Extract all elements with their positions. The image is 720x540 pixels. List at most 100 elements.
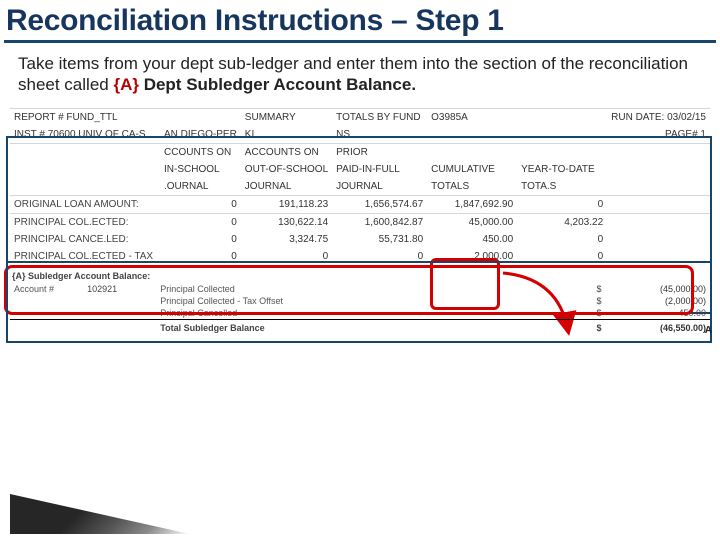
cell: 0	[160, 231, 241, 248]
cell: 0	[160, 195, 241, 213]
report-row-header1: REPORT # FUND_TTL SUMMARY TOTALS BY FUND…	[10, 108, 710, 126]
cell	[607, 231, 710, 248]
cell: .OURNAL	[160, 178, 241, 196]
cell	[607, 248, 710, 265]
cell: PRINCIPAL CANCE.LED:	[10, 231, 160, 248]
cell: 0	[241, 248, 332, 265]
cell	[10, 178, 160, 196]
cell	[517, 126, 607, 144]
cell: NS	[332, 126, 427, 144]
cell: O3985A	[427, 108, 517, 126]
cell	[607, 178, 710, 196]
cell: PRINCIPAL COL.ECTED:	[10, 213, 160, 231]
cell	[160, 108, 241, 126]
cell	[427, 143, 517, 161]
cell: 0	[160, 213, 241, 231]
cell: PRINCIPAL COL.ECTED - TAX	[10, 248, 160, 265]
sub-row-tax: Principal Collected - Tax Offset $ (2,00…	[10, 295, 710, 307]
cell: (2,000.00)	[605, 295, 710, 307]
cell: TOTA.S	[517, 178, 607, 196]
report-row-colhead1: CCOUNTS ON ACCOUNTS ON PRIOR	[10, 143, 710, 161]
cell: 3,324.75	[241, 231, 332, 248]
cell	[607, 161, 710, 178]
report-row-prin-collected-tax: PRINCIPAL COL.ECTED - TAX 0 0 0 2,000.00…	[10, 248, 710, 265]
cell: PAGE# 1	[607, 126, 710, 144]
cell: CCOUNTS ON	[160, 143, 241, 161]
cell: 1,656,574.67	[332, 195, 427, 213]
cell	[517, 143, 607, 161]
cell: KI	[241, 126, 332, 144]
sub-row-total: Total Subledger Balance $ (46,550.00)	[10, 319, 710, 334]
cell: Principal Collected	[156, 283, 365, 295]
sub-row-cancelled: Principal Cancelled $ 450.00	[10, 307, 710, 320]
report-row-prin-collected: PRINCIPAL COL.ECTED: 0 130,622.14 1,600,…	[10, 213, 710, 231]
sub-row-acct: Account # 102921 Principal Collected $ (…	[10, 283, 710, 295]
subledger-wrap: {A} Subledger Account Balance: Account #…	[10, 269, 710, 334]
report-row-header2: INST # 70600 UNIV OF CA-S AN DIEGO-PER K…	[10, 126, 710, 144]
cell: IN-SCHOOL	[160, 161, 241, 178]
cell: 0	[160, 248, 241, 265]
cell: 0	[332, 248, 427, 265]
cell: 0	[517, 195, 607, 213]
report-row-colhead2: IN-SCHOOL OUT-OF-SCHOOL PAID-IN-FULL CUM…	[10, 161, 710, 178]
cell: INST # 70600 UNIV OF CA-S	[10, 126, 160, 144]
cell: 2,000.00	[427, 248, 517, 265]
cell: PRIOR	[332, 143, 427, 161]
cell: 102921	[83, 283, 156, 295]
cell: 1,847,692.90	[427, 195, 517, 213]
cell: JOURNAL	[241, 178, 332, 196]
cell: 191,118.23	[241, 195, 332, 213]
cell: Principal Collected - Tax Offset	[156, 295, 365, 307]
cell: ORIGINAL LOAN AMOUNT:	[10, 195, 160, 213]
cell: YEAR-TO-DATE	[517, 161, 607, 178]
cell: CUMULATIVE	[427, 161, 517, 178]
cell: $	[574, 307, 605, 320]
subledger-tag-a: A	[705, 325, 712, 336]
report-row-orig-loan: ORIGINAL LOAN AMOUNT: 0 191,118.23 1,656…	[10, 195, 710, 213]
cell: 4,203.22	[517, 213, 607, 231]
cell: OUT-OF-SCHOOL	[241, 161, 332, 178]
cell	[517, 108, 607, 126]
cell	[607, 213, 710, 231]
instruction-text: Take items from your dept sub-ledger and…	[0, 53, 720, 102]
cell: 130,622.14	[241, 213, 332, 231]
report-row-prin-cancelled: PRINCIPAL CANCE.LED: 0 3,324.75 55,731.8…	[10, 231, 710, 248]
cell: (45,000.00)	[605, 283, 710, 295]
report-table-wrap: REPORT # FUND_TTL SUMMARY TOTALS BY FUND…	[10, 108, 710, 265]
cell: 450.00	[605, 307, 710, 320]
cell: PAID-IN-FULL	[332, 161, 427, 178]
report-row-colhead3: .OURNAL JOURNAL JOURNAL TOTALS TOTA.S	[10, 178, 710, 196]
decorative-wedge	[10, 494, 190, 534]
cell	[607, 195, 710, 213]
cell: 0	[517, 231, 607, 248]
cell: 1,600,842.87	[332, 213, 427, 231]
cell: JOURNAL	[332, 178, 427, 196]
cell: 450.00	[427, 231, 517, 248]
instruction-ref-a: {A}	[113, 75, 139, 94]
cell	[607, 143, 710, 161]
cell: 55,731.80	[332, 231, 427, 248]
report-table: REPORT # FUND_TTL SUMMARY TOTALS BY FUND…	[10, 108, 710, 265]
cell: SUMMARY	[241, 108, 332, 126]
cell: Principal Cancelled	[156, 307, 365, 320]
cell: $	[574, 283, 605, 295]
instruction-bold: Dept Subledger Account Balance.	[139, 75, 416, 94]
cell: TOTALS	[427, 178, 517, 196]
cell: $	[574, 319, 605, 334]
cell: 45,000.00	[427, 213, 517, 231]
cell	[10, 143, 160, 161]
cell: Account #	[10, 283, 83, 295]
page-title: Reconciliation Instructions – Step 1	[0, 0, 720, 40]
cell: ACCOUNTS ON	[241, 143, 332, 161]
cell: TOTALS BY FUND	[332, 108, 427, 126]
subledger-table: Account # 102921 Principal Collected $ (…	[10, 283, 710, 334]
cell: AN DIEGO-PER	[160, 126, 241, 144]
cell: RUN DATE: 03/02/15	[607, 108, 710, 126]
cell	[10, 161, 160, 178]
cell: $	[574, 295, 605, 307]
cell: REPORT # FUND_TTL	[10, 108, 160, 126]
cell: 0	[517, 248, 607, 265]
title-rule	[4, 40, 716, 43]
subledger-heading: {A} Subledger Account Balance:	[10, 269, 710, 283]
cell: Total Subledger Balance	[156, 319, 365, 334]
